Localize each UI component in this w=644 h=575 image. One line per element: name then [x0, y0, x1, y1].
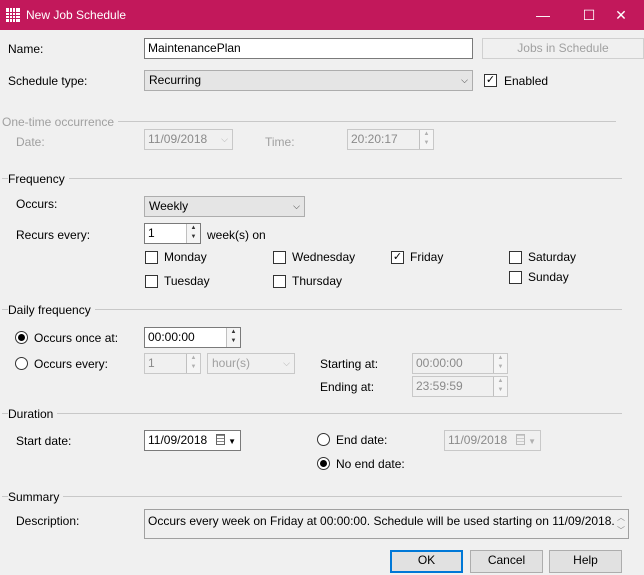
daily-divider [2, 309, 622, 310]
occurs-once-radio[interactable] [15, 331, 28, 344]
monday-label: Monday [164, 250, 207, 264]
spinner-icon[interactable]: ▲ ▼ [226, 328, 240, 347]
title-bar: New Job Schedule — ☐ ✕ [0, 0, 644, 30]
description-text: Occurs every week on Friday at 00:00:00.… [148, 514, 615, 528]
description-textarea[interactable]: Occurs every week on Friday at 00:00:00.… [144, 509, 629, 539]
minimize-button[interactable]: — [520, 0, 566, 30]
occurs-every-value: 1 [148, 356, 155, 370]
help-button[interactable]: Help [549, 550, 622, 573]
occurs-label: Occurs: [16, 197, 58, 211]
name-label: Name: [8, 42, 44, 56]
one-time-time-input[interactable]: 20:20:17 ▲ ▼ [347, 129, 434, 150]
start-date-label: Start date: [16, 434, 72, 448]
ok-button[interactable]: OK [390, 550, 463, 573]
calendar-icon [516, 434, 525, 445]
one-time-date-label: Date: [16, 135, 45, 149]
frequency-divider [2, 178, 622, 179]
sunday-checkbox[interactable] [509, 271, 522, 284]
occurs-once-time-value: 00:00:00 [148, 330, 195, 344]
recurs-suffix-label: week(s) on [207, 228, 266, 242]
chevron-down-icon: ⌵ [221, 134, 228, 144]
one-time-date-value: 11/09/2018 [148, 132, 208, 146]
calendar-grid-icon [6, 8, 20, 22]
schedule-type-select[interactable]: Recurring ⌵ [144, 70, 473, 91]
end-date-label: End date: [336, 433, 388, 447]
occurs-once-label: Occurs once at: [34, 331, 119, 345]
recurs-every-value: 1 [148, 226, 155, 240]
occurs-every-label: Occurs every: [34, 357, 109, 371]
saturday-checkbox[interactable] [509, 251, 522, 264]
frequency-group-title: Frequency [8, 172, 69, 186]
jobs-in-schedule-button[interactable]: Jobs in Schedule [482, 38, 644, 59]
occurs-every-unit-value: hour(s) [212, 356, 251, 370]
check-icon: ✓ [485, 74, 496, 86]
one-time-group-title: One-time occurrence [2, 115, 119, 129]
duration-divider [2, 413, 622, 414]
schedule-type-label: Schedule type: [8, 74, 88, 88]
friday-label: Friday [410, 250, 444, 264]
wednesday-label: Wednesday [292, 250, 356, 264]
starting-at-label: Starting at: [320, 357, 379, 371]
window-title: New Job Schedule [26, 8, 127, 22]
chevron-down-icon: ⌵ [461, 75, 468, 85]
spinner-icon[interactable]: ▲ ▼ [186, 354, 200, 373]
occurs-once-time-input[interactable]: 00:00:00 ▲ ▼ [144, 327, 241, 348]
one-time-time-value: 20:20:17 [351, 132, 398, 146]
friday-checkbox[interactable]: ✓ [391, 251, 404, 264]
end-date-picker[interactable]: 11/09/2018 ▼ [444, 430, 541, 451]
start-date-picker[interactable]: 11/09/2018 ▼ [144, 430, 241, 451]
enabled-checkbox[interactable]: ✓ [484, 74, 497, 87]
schedule-type-value: Recurring [149, 73, 202, 87]
sunday-label: Sunday [528, 270, 569, 284]
occurs-every-stepper[interactable]: 1 ▲ ▼ [144, 353, 201, 374]
one-time-date-picker[interactable]: 11/09/2018 ⌵ [144, 129, 233, 150]
wednesday-checkbox[interactable] [273, 251, 286, 264]
starting-at-input[interactable]: 00:00:00 ▲ ▼ [412, 353, 508, 374]
recurs-every-stepper[interactable]: 1 ▲ ▼ [144, 223, 201, 244]
summary-divider [2, 496, 622, 497]
calendar-icon [216, 434, 225, 445]
spinner-icon[interactable]: ▲ ▼ [493, 377, 507, 396]
thursday-checkbox[interactable] [273, 275, 286, 288]
occurs-every-radio[interactable] [15, 357, 28, 370]
no-end-date-label: No end date: [336, 457, 405, 471]
recurs-every-label: Recurs every: [16, 228, 91, 242]
tuesday-checkbox[interactable] [145, 275, 158, 288]
name-input[interactable]: MaintenancePlan [144, 38, 473, 59]
summary-group-title: Summary [8, 490, 64, 504]
ending-at-value: 23:59:59 [416, 379, 463, 393]
occurs-every-unit-select[interactable]: hour(s) ⌵ [207, 353, 295, 374]
daily-group-title: Daily frequency [8, 303, 95, 317]
close-button[interactable]: ✕ [598, 0, 644, 30]
ending-at-input[interactable]: 23:59:59 ▲ ▼ [412, 376, 508, 397]
enabled-label: Enabled [504, 74, 549, 88]
monday-checkbox[interactable] [145, 251, 158, 264]
duration-group-title: Duration [8, 407, 58, 421]
dropdown-icon: ▼ [528, 437, 536, 446]
one-time-time-label: Time: [265, 135, 295, 149]
check-icon: ✓ [392, 251, 403, 263]
ending-at-label: Ending at: [320, 380, 375, 394]
spinner-icon[interactable]: ▲ ▼ [493, 354, 507, 373]
start-date-value: 11/09/2018 [148, 433, 208, 447]
no-end-date-radio[interactable] [317, 457, 330, 470]
end-date-value: 11/09/2018 [448, 433, 508, 447]
chevron-down-icon: ⌵ [283, 358, 290, 368]
thursday-label: Thursday [292, 274, 343, 288]
spinner-icon[interactable]: ▲ ▼ [419, 130, 433, 149]
saturday-label: Saturday [528, 250, 577, 264]
end-date-radio[interactable] [317, 433, 330, 446]
dropdown-icon: ▼ [228, 437, 236, 446]
scrollbar[interactable]: ︿ ﹀ [615, 511, 627, 537]
tuesday-label: Tuesday [164, 274, 210, 288]
occurs-select[interactable]: Weekly ⌵ [144, 196, 305, 217]
starting-at-value: 00:00:00 [416, 356, 463, 370]
description-label: Description: [16, 514, 80, 528]
occurs-value: Weekly [149, 199, 189, 213]
chevron-down-icon: ⌵ [293, 201, 300, 211]
spinner-icon[interactable]: ▲ ▼ [186, 224, 200, 243]
cancel-button[interactable]: Cancel [470, 550, 543, 573]
